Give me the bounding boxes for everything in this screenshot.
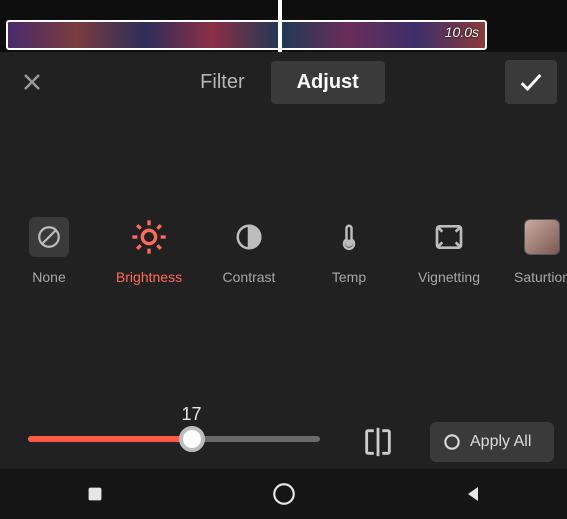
slider-fill xyxy=(28,436,192,442)
video-clip[interactable] xyxy=(6,20,487,50)
panel-header: Filter Adjust xyxy=(0,52,567,112)
circle-icon xyxy=(442,432,462,452)
square-icon xyxy=(84,483,106,505)
option-label: Brightness xyxy=(116,269,182,285)
adjust-panel: Filter Adjust None Brightness Contrast xyxy=(0,52,567,519)
contrast-icon xyxy=(234,222,264,252)
option-vignetting[interactable]: Vignetting xyxy=(414,217,484,285)
apply-all-button[interactable]: Apply All xyxy=(430,422,554,462)
circle-outline-icon xyxy=(271,481,297,507)
option-label: Vignetting xyxy=(418,269,480,285)
triangle-icon xyxy=(461,482,485,506)
check-icon xyxy=(517,68,545,96)
adjust-options-row[interactable]: None Brightness Contrast Temp Vignetting… xyxy=(0,217,567,285)
slider-thumb[interactable] xyxy=(179,426,205,452)
confirm-button[interactable] xyxy=(505,60,557,104)
option-temp[interactable]: Temp xyxy=(314,217,384,285)
option-saturation[interactable]: Saturtion xyxy=(514,217,567,285)
thermometer-icon xyxy=(334,222,364,252)
nav-item-right[interactable] xyxy=(456,477,490,511)
nav-item-center[interactable] xyxy=(267,477,301,511)
clip-duration-label: 10.0s xyxy=(445,24,479,40)
compare-button[interactable] xyxy=(358,422,398,462)
tab-filter[interactable]: Filter xyxy=(174,61,270,104)
option-contrast[interactable]: Contrast xyxy=(214,217,284,285)
timeline[interactable]: 10.0s xyxy=(0,0,567,52)
slider-track[interactable] xyxy=(28,436,320,442)
none-icon xyxy=(36,224,62,250)
nav-item-left[interactable] xyxy=(78,477,112,511)
option-brightness[interactable]: Brightness xyxy=(114,217,184,285)
option-none[interactable]: None xyxy=(14,217,84,285)
apply-all-label: Apply All xyxy=(470,433,531,451)
close-button[interactable] xyxy=(10,60,54,104)
option-label: None xyxy=(32,269,65,285)
vignette-icon xyxy=(433,221,465,253)
tab-adjust[interactable]: Adjust xyxy=(271,61,385,104)
compare-icon xyxy=(361,425,395,459)
bottom-nav xyxy=(0,469,567,519)
slider-value: 17 xyxy=(28,404,320,425)
saturation-icon xyxy=(524,219,560,255)
close-icon xyxy=(20,70,44,94)
brightness-icon xyxy=(129,217,169,257)
option-label: Saturtion xyxy=(514,269,567,285)
option-label: Contrast xyxy=(223,269,276,285)
adjust-slider[interactable]: 17 xyxy=(28,436,320,442)
option-label: Temp xyxy=(332,269,366,285)
playhead[interactable] xyxy=(278,0,282,52)
tab-bar: Filter Adjust xyxy=(62,61,497,104)
